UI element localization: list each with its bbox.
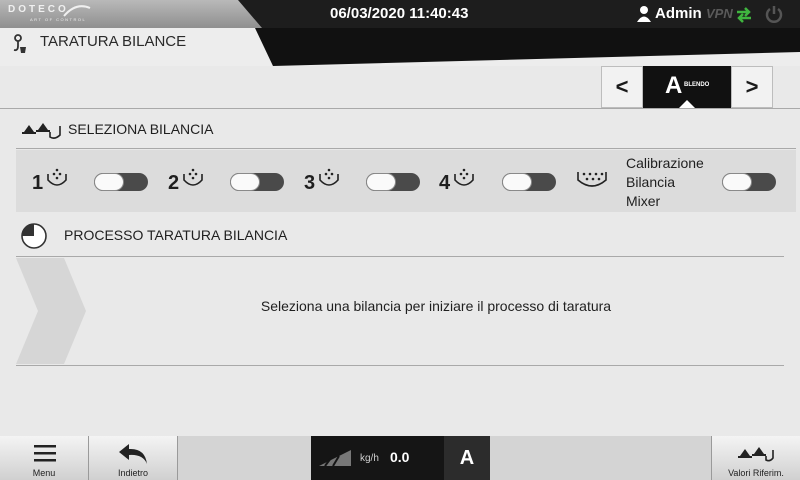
mixer-calibration-label: Calibrazione Bilancia Mixer — [626, 154, 704, 211]
back-label: Indietro — [117, 468, 149, 478]
scale-1-number: 1 — [32, 172, 44, 194]
user-icon[interactable] — [636, 5, 652, 23]
datetime: 06/03/2020 11:40:43 — [330, 5, 469, 22]
page-title: TARATURA BILANCE — [40, 33, 187, 50]
current-line-letter: A — [665, 72, 683, 99]
process-message: Seleziona una bilancia per iniziare il p… — [260, 298, 612, 314]
select-scale-title: SELEZIONA BILANCIA — [68, 121, 214, 137]
divider — [16, 256, 784, 257]
current-line-indicator: A BLENDO — [643, 66, 731, 108]
logo: DOTECO — [8, 4, 69, 15]
scale-4-toggle[interactable] — [502, 173, 556, 191]
logo-swoosh-icon — [63, 5, 91, 17]
power-icon[interactable] — [764, 4, 784, 24]
menu-label: Menu — [32, 468, 56, 478]
scale-3-toggle[interactable] — [366, 173, 420, 191]
user-name[interactable]: Admin — [655, 5, 702, 22]
divider — [16, 365, 784, 366]
scale-2-toggle[interactable] — [230, 173, 284, 191]
mixer-label-line: Calibrazione — [626, 155, 704, 171]
scales-icon — [738, 447, 774, 462]
reference-values-label: Valori Riferim. — [728, 468, 784, 478]
toggle-knob — [722, 173, 752, 191]
current-indicator-arrow — [679, 100, 695, 108]
hopper-icon — [47, 168, 67, 186]
toggle-knob — [230, 173, 260, 191]
progress-pie-icon — [21, 223, 47, 249]
top-bar: DOTECO ART OF CONTROL 06/03/2020 11:40:4… — [0, 0, 800, 28]
mixer-label-line: Mixer — [626, 193, 661, 209]
flow-value: 0.0 — [390, 449, 410, 465]
scale-2-number: 2 — [168, 172, 180, 194]
logo-area: DOTECO ART OF CONTROL — [0, 0, 262, 28]
toggle-knob — [502, 173, 532, 191]
sync-icon[interactable] — [733, 4, 755, 24]
prev-line-button[interactable]: < — [601, 66, 643, 108]
process-title: PROCESSO TARATURA BILANCIA — [64, 227, 288, 243]
menu-button[interactable]: Menu — [0, 436, 89, 480]
reference-values-button[interactable]: Valori Riferim. — [711, 436, 800, 480]
hopper-icon — [319, 168, 339, 186]
hopper-icon — [454, 168, 474, 186]
toggle-knob — [366, 173, 396, 191]
back-button[interactable]: Indietro — [89, 436, 178, 480]
scale-3-number: 3 — [304, 172, 316, 194]
flow-unit: kg/h — [360, 453, 379, 464]
header-banner — [255, 28, 800, 66]
flow-line-letter: A — [444, 436, 490, 480]
divider — [0, 108, 800, 109]
flow-rate-display: kg/h 0.0 A — [311, 436, 490, 480]
hamburger-icon — [34, 445, 56, 462]
scale-1-toggle[interactable] — [94, 173, 148, 191]
toggle-knob — [94, 173, 124, 191]
vpn-status: VPN — [706, 6, 733, 21]
next-label: > — [745, 74, 759, 99]
divider — [16, 148, 796, 149]
mixer-toggle[interactable] — [722, 173, 776, 191]
prev-label: < — [615, 74, 629, 99]
scales-icon — [22, 123, 61, 139]
scale-hook-icon — [13, 34, 26, 53]
back-arrow-icon — [119, 444, 147, 464]
mixer-label-line: Bilancia — [626, 174, 676, 190]
flow-gauge-icon — [319, 450, 351, 467]
current-line-name: BLENDO — [684, 82, 710, 88]
hopper-icon — [183, 168, 203, 186]
scale-4-number: 4 — [439, 172, 451, 194]
mixer-icon — [577, 172, 607, 187]
next-line-button[interactable]: > — [731, 66, 773, 108]
